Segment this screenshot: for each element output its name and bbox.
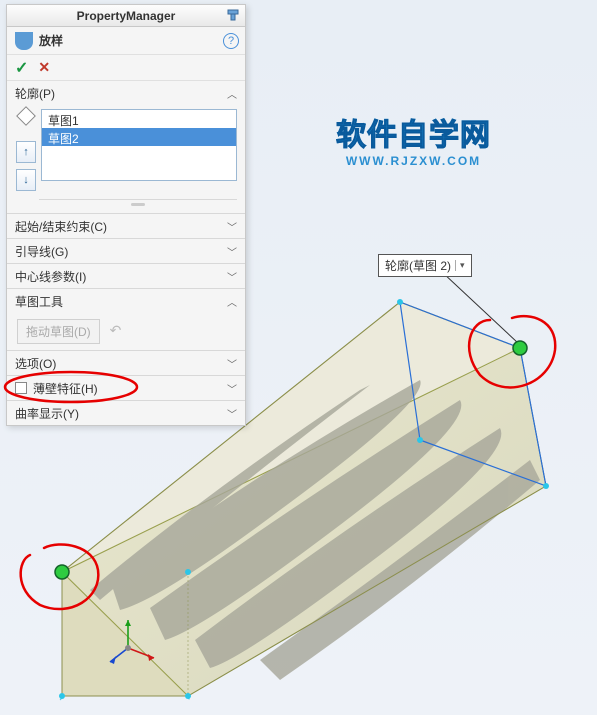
- section-options-header[interactable]: 选项(O) ﹀: [7, 351, 245, 375]
- move-up-button[interactable]: ↑: [16, 141, 36, 163]
- panel-titlebar: PropertyManager: [7, 5, 245, 27]
- feature-name: 放样: [39, 32, 63, 49]
- feature-header: 放样 ?: [7, 27, 245, 55]
- section-centerline-label: 中心线参数(I): [15, 268, 86, 285]
- chevron-down-icon: ﹀: [227, 381, 237, 396]
- section-start-end-label: 起始/结束约束(C): [15, 218, 107, 235]
- section-curvature: 曲率显示(Y) ﹀: [7, 401, 245, 425]
- list-item[interactable]: 草图2: [42, 128, 236, 146]
- undo-icon: ↶: [106, 319, 126, 344]
- drag-sketch-button: 拖动草图(D): [17, 319, 100, 344]
- list-resize-handle[interactable]: [39, 199, 237, 209]
- section-start-end-header[interactable]: 起始/结束约束(C) ﹀: [7, 214, 245, 238]
- chevron-up-icon: ︿: [227, 86, 237, 101]
- section-curvature-header[interactable]: 曲率显示(Y) ﹀: [7, 401, 245, 425]
- section-sketch-tools-label: 草图工具: [15, 293, 63, 310]
- callout-dropdown-icon[interactable]: ▾: [455, 260, 465, 271]
- profile-callout[interactable]: 轮廓(草图 2) ▾: [378, 254, 472, 277]
- confirm-row: ✓ ✕: [7, 55, 245, 81]
- section-guides-label: 引导线(G): [15, 243, 68, 260]
- graphics-viewport[interactable]: 软件自学网 WWW.RJZXW.COM: [0, 0, 597, 715]
- section-options: 选项(O) ﹀: [7, 351, 245, 376]
- profile-selector-icon[interactable]: [16, 106, 36, 126]
- section-sketch-tools: 草图工具 ︿ 拖动草图(D) ↶: [7, 289, 245, 351]
- section-thin: 薄壁特征(H) ﹀: [7, 376, 245, 401]
- section-centerline: 中心线参数(I) ﹀: [7, 264, 245, 289]
- section-profiles-label: 轮廓(P): [15, 85, 55, 102]
- property-manager-panel: PropertyManager 放样 ? ✓ ✕ 轮廓(P) ︿: [6, 4, 246, 426]
- move-down-button[interactable]: ↓: [16, 169, 36, 191]
- section-thin-label: 薄壁特征(H): [33, 380, 98, 397]
- section-options-label: 选项(O): [15, 355, 56, 372]
- profiles-listbox[interactable]: 草图1 草图2: [41, 109, 237, 181]
- help-icon[interactable]: ?: [223, 33, 239, 49]
- pin-icon[interactable]: [225, 7, 241, 23]
- chevron-down-icon: ﹀: [227, 219, 237, 234]
- section-curvature-label: 曲率显示(Y): [15, 405, 79, 422]
- callout-label: 轮廓(草图 2): [385, 257, 451, 274]
- section-start-end: 起始/结束约束(C) ﹀: [7, 214, 245, 239]
- section-centerline-header[interactable]: 中心线参数(I) ﹀: [7, 264, 245, 288]
- section-guides: 引导线(G) ﹀: [7, 239, 245, 264]
- section-profiles: 轮廓(P) ︿ ↑ ↓ 草图1 草图2: [7, 81, 245, 214]
- thin-feature-checkbox[interactable]: [15, 382, 27, 394]
- section-profiles-header[interactable]: 轮廓(P) ︿: [7, 81, 245, 105]
- chevron-down-icon: ﹀: [227, 244, 237, 259]
- section-guides-header[interactable]: 引导线(G) ﹀: [7, 239, 245, 263]
- section-thin-header[interactable]: 薄壁特征(H) ﹀: [7, 376, 245, 400]
- panel-title: PropertyManager: [77, 9, 176, 23]
- chevron-down-icon: ﹀: [227, 406, 237, 421]
- list-item[interactable]: 草图1: [42, 110, 236, 128]
- ok-button[interactable]: ✓: [15, 58, 28, 78]
- chevron-down-icon: ﹀: [227, 269, 237, 284]
- chevron-down-icon: ﹀: [227, 356, 237, 371]
- loft-feature-icon: [15, 32, 33, 50]
- chevron-up-icon: ︿: [227, 294, 237, 309]
- cancel-button[interactable]: ✕: [38, 59, 50, 76]
- section-sketch-tools-header[interactable]: 草图工具 ︿: [7, 289, 245, 313]
